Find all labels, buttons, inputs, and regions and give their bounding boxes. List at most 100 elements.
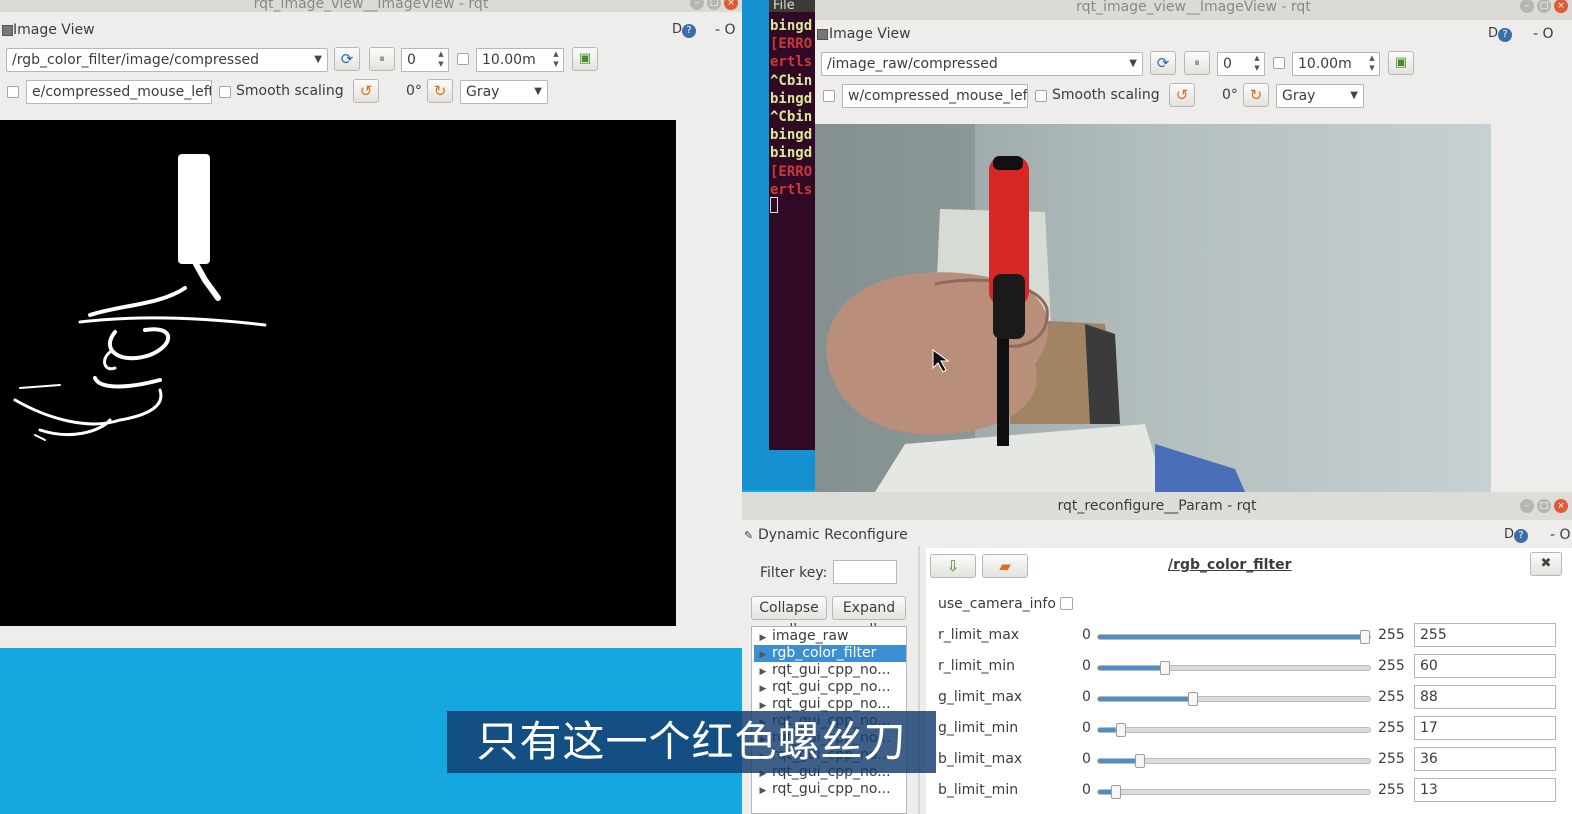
refresh-button[interactable]: ⟳ bbox=[334, 47, 360, 71]
load-params-button[interactable]: ⇩ bbox=[930, 554, 976, 578]
minimize-close-plugin[interactable]: - O bbox=[715, 22, 736, 38]
time-checkbox[interactable] bbox=[457, 53, 469, 65]
topic-combobox[interactable]: /image_raw/compressed ▼ bbox=[821, 52, 1143, 76]
slider-handle[interactable] bbox=[1188, 692, 1199, 706]
dock-help-icons[interactable]: D? bbox=[1504, 527, 1529, 543]
time-input[interactable]: 10.00m ▲ ▼ bbox=[476, 48, 564, 72]
spin-arrows[interactable]: ▲ ▼ bbox=[550, 49, 562, 69]
close-button[interactable]: × bbox=[1554, 0, 1568, 13]
slider-fill bbox=[1098, 666, 1162, 670]
param-value-input[interactable]: 17 bbox=[1414, 716, 1556, 740]
pause-button[interactable]: ⏸ bbox=[1184, 51, 1210, 75]
collapse-all-button[interactable]: Collapse all bbox=[751, 596, 827, 638]
window-titlebar[interactable]: rqt_reconfigure__Param - rqt – □ × bbox=[742, 492, 1572, 520]
minimize-close-plugin[interactable]: - O bbox=[1533, 26, 1554, 42]
close-node-button[interactable]: ✖ bbox=[1530, 552, 1562, 576]
slider-fill bbox=[1098, 759, 1137, 763]
param-value-input[interactable]: 60 bbox=[1414, 654, 1556, 678]
close-button[interactable]: × bbox=[1554, 499, 1568, 513]
smooth-scaling-checkbox[interactable] bbox=[219, 86, 231, 98]
camera-image-display[interactable] bbox=[815, 124, 1491, 492]
spin-arrows[interactable]: ▲ ▼ bbox=[435, 49, 447, 69]
topic-combobox[interactable]: /rgb_color_filter/image/compressed ▼ bbox=[6, 48, 328, 72]
maximize-button[interactable]: □ bbox=[707, 0, 721, 10]
color-mode-combobox[interactable]: Gray ▼ bbox=[460, 80, 548, 104]
minimize-button[interactable]: – bbox=[1520, 499, 1534, 513]
tree-item[interactable]: ▶ image_raw bbox=[754, 628, 906, 645]
expand-arrow-icon[interactable]: ▶ bbox=[754, 630, 772, 645]
expand-arrow-icon[interactable]: ▶ bbox=[754, 783, 772, 798]
time-input[interactable]: 10.00m ▲ ▼ bbox=[1292, 52, 1380, 76]
expand-arrow-icon[interactable]: ▶ bbox=[754, 664, 772, 679]
window-title: rqt_image_view__ImageView - rqt bbox=[253, 0, 489, 12]
param-value-input[interactable]: 13 bbox=[1414, 778, 1556, 802]
filter-key-input[interactable] bbox=[833, 560, 897, 584]
spinbox-input[interactable]: 0 ▲ ▼ bbox=[1217, 52, 1265, 76]
terminal-menubar: File bbox=[769, 0, 819, 12]
tree-item[interactable]: ▶rqt_gui_cpp_no... bbox=[754, 679, 906, 696]
topic-value: /image_raw/compressed bbox=[827, 56, 998, 72]
param-slider[interactable] bbox=[1097, 723, 1371, 737]
dock-help-icons[interactable]: D? bbox=[672, 22, 697, 38]
chevron-down-icon: ▼ bbox=[1350, 90, 1358, 101]
param-slider[interactable] bbox=[1097, 785, 1371, 799]
slider-handle[interactable] bbox=[1115, 723, 1126, 737]
rotate-left-button[interactable]: ↺ bbox=[353, 79, 379, 103]
terminal-window[interactable]: File bingd [ERRO ertls ^Cbin bingd ^Cbin bingd… bbox=[742, 0, 819, 490]
maximize-button[interactable]: □ bbox=[1537, 499, 1551, 513]
window-titlebar[interactable]: rqt_image_view__ImageView - rqt – □ × bbox=[815, 0, 1572, 20]
splitter-handle[interactable] bbox=[918, 546, 920, 814]
time-checkbox[interactable] bbox=[1273, 57, 1285, 69]
param-slider[interactable] bbox=[1097, 692, 1371, 706]
tree-item[interactable]: ▶ rgb_color_filter bbox=[754, 645, 906, 662]
spin-arrows[interactable]: ▲ ▼ bbox=[1251, 53, 1263, 73]
filtered-image-display[interactable] bbox=[0, 120, 676, 626]
mouse-topic-input[interactable]: e/compressed_mouse_left bbox=[26, 80, 212, 104]
slider-handle[interactable] bbox=[1360, 630, 1370, 644]
window-titlebar[interactable]: rqt_image_view__ImageView - rqt – □ × bbox=[0, 0, 742, 12]
mouse-publish-checkbox[interactable] bbox=[7, 86, 19, 98]
minimize-button[interactable]: – bbox=[690, 0, 704, 10]
param-slider[interactable] bbox=[1097, 754, 1371, 768]
save-image-button[interactable]: ▣ bbox=[572, 47, 598, 71]
expand-arrow-icon[interactable]: ▶ bbox=[754, 647, 772, 662]
dock-help-icons[interactable]: D? bbox=[1488, 26, 1513, 42]
slider-handle[interactable] bbox=[1134, 754, 1145, 768]
param-slider[interactable] bbox=[1097, 661, 1371, 675]
spinbox-input[interactable]: 0 ▲ ▼ bbox=[401, 48, 449, 72]
save-image-button[interactable]: ▣ bbox=[1388, 51, 1414, 75]
save-params-button[interactable]: ▰ bbox=[982, 554, 1028, 578]
spin-arrows[interactable]: ▲ ▼ bbox=[1366, 53, 1378, 73]
param-max: 255 bbox=[1378, 720, 1405, 736]
tree-item[interactable]: ▶rqt_gui_cpp_no... bbox=[754, 781, 906, 798]
minimize-button[interactable]: – bbox=[1520, 0, 1534, 13]
rotate-right-button[interactable]: ↻ bbox=[1243, 83, 1269, 107]
refresh-button[interactable]: ⟳ bbox=[1150, 51, 1176, 75]
param-value-input[interactable]: 36 bbox=[1414, 747, 1556, 771]
rotate-right-button[interactable]: ↻ bbox=[427, 79, 453, 103]
mouse-topic-input[interactable]: w/compressed_mouse_left bbox=[842, 84, 1028, 108]
time-value: 10.00m bbox=[1298, 56, 1352, 72]
slider-handle[interactable] bbox=[1111, 785, 1122, 799]
smooth-scaling-label: Smooth scaling bbox=[236, 83, 344, 99]
smooth-scaling-checkbox[interactable] bbox=[1035, 90, 1047, 102]
file-menu[interactable]: File bbox=[773, 0, 795, 13]
close-button[interactable]: × bbox=[724, 0, 738, 10]
expand-all-button[interactable]: Expand all bbox=[832, 596, 906, 638]
pause-button[interactable]: ⏸ bbox=[369, 47, 395, 71]
chevron-down-icon: ▼ bbox=[1129, 58, 1137, 69]
use-camera-info-label: use_camera_info bbox=[938, 596, 1056, 612]
rotate-left-button[interactable]: ↺ bbox=[1169, 83, 1195, 107]
param-name: g_limit_min bbox=[938, 720, 1019, 736]
tree-item[interactable]: ▶rqt_gui_cpp_no... bbox=[754, 662, 906, 679]
expand-arrow-icon[interactable]: ▶ bbox=[754, 681, 772, 696]
mouse-publish-checkbox[interactable] bbox=[823, 90, 835, 102]
use-camera-info-checkbox[interactable] bbox=[1060, 597, 1073, 610]
param-slider[interactable] bbox=[1097, 630, 1371, 644]
minimize-close-plugin[interactable]: - O bbox=[1550, 527, 1571, 543]
color-mode-combobox[interactable]: Gray ▼ bbox=[1276, 84, 1364, 108]
maximize-button[interactable]: □ bbox=[1537, 0, 1551, 13]
param-value-input[interactable]: 88 bbox=[1414, 685, 1556, 709]
slider-handle[interactable] bbox=[1159, 661, 1170, 675]
param-value-input[interactable]: 255 bbox=[1414, 623, 1556, 647]
